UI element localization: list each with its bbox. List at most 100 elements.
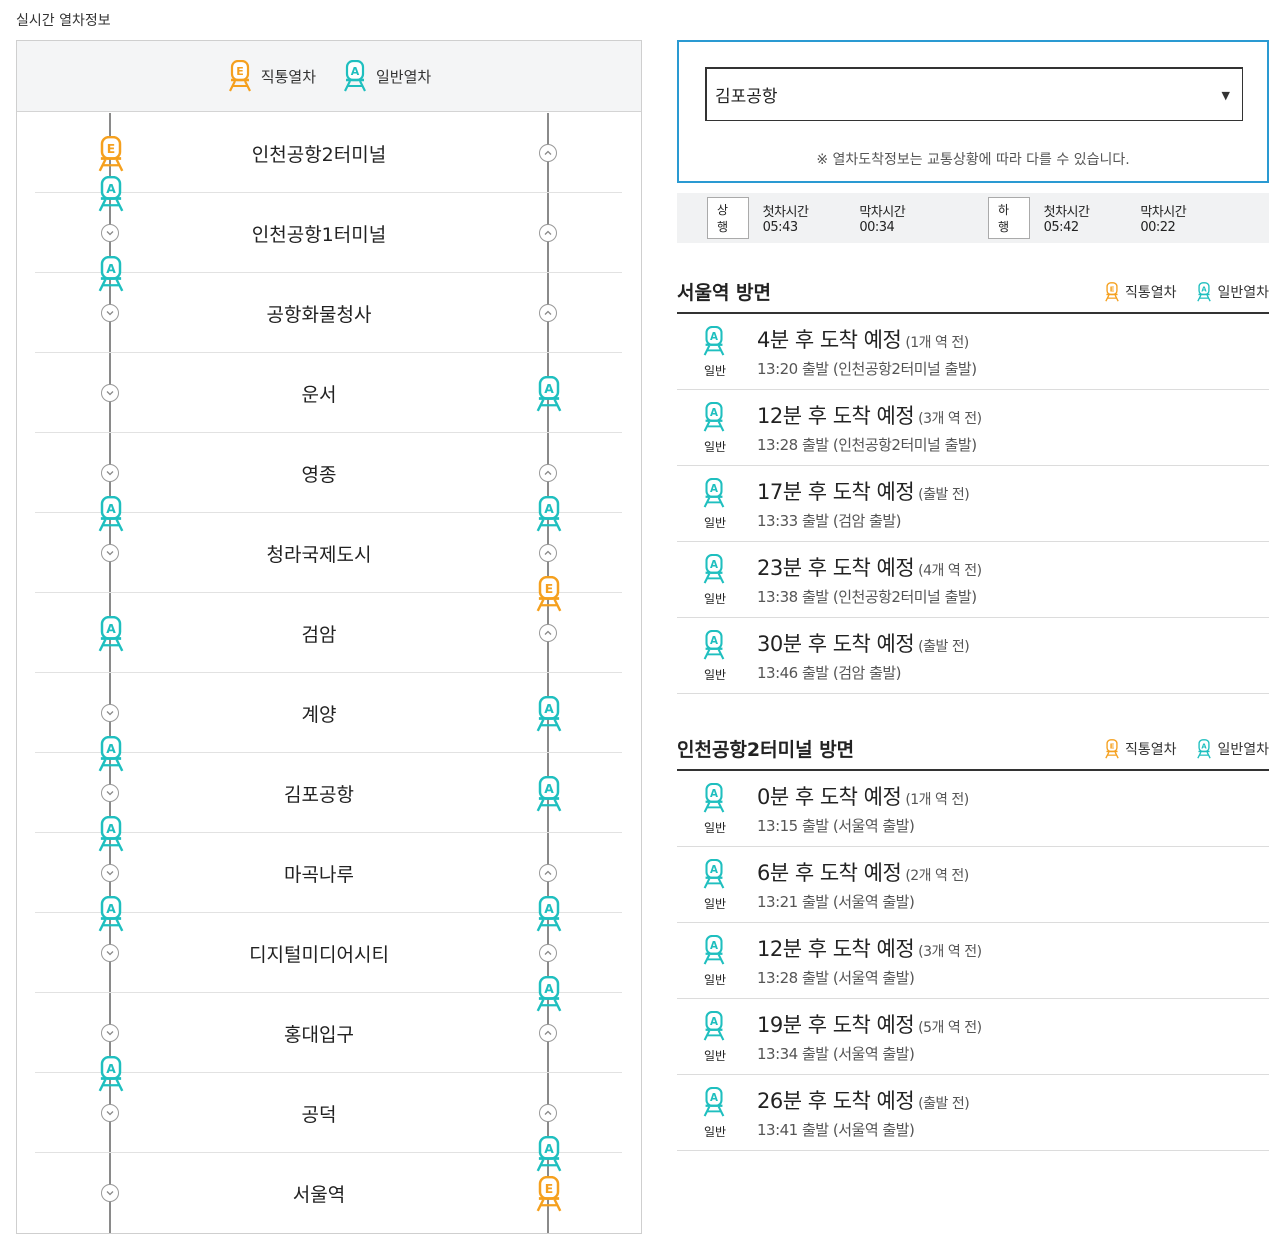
svg-text:A: A <box>544 982 554 996</box>
up-marker-icon <box>539 864 557 882</box>
arrival-stops-away: (출발 전) <box>918 487 970 503</box>
express-train-up-icon[interactable]: E <box>534 576 564 612</box>
normal-train-down-icon[interactable]: A <box>96 1056 126 1092</box>
train-type-label: 일반 <box>703 668 727 682</box>
section-title: 서울역 방면 <box>677 282 772 304</box>
svg-text:A: A <box>544 382 554 396</box>
departure-info: 13:20 출발 (인천공항2터미널 출발) <box>757 360 977 378</box>
arrival-item: A 일반 17분 후 도착 예정 (출발 전) 13:33 출발 (검암 출발) <box>677 466 1269 542</box>
down-marker-icon <box>101 784 119 802</box>
departure-info: 13:34 출발 (서울역 출발) <box>757 1045 915 1063</box>
arrival-notice: ※ 열차도착정보는 교통상황에 따라 다를 수 있습니다. <box>816 152 1130 168</box>
normal-train-down-icon[interactable]: A <box>96 496 126 532</box>
station-name[interactable]: 공항화물청사 <box>267 300 372 327</box>
arrival-eta-text: 12분 후 도착 예정 <box>757 404 915 428</box>
station-name[interactable]: 홍대입구 <box>284 1020 354 1047</box>
down-first-train: 첫차시간 05:42 <box>1043 205 1090 235</box>
station-name[interactable]: 김포공항 <box>284 780 354 807</box>
svg-text:A: A <box>710 864 718 876</box>
express-train-down-icon[interactable]: E <box>96 136 126 172</box>
dropdown-caret-icon: ▼ <box>1221 89 1230 102</box>
svg-text:A: A <box>106 902 116 916</box>
arrival-eta: 23분 후 도착 예정 (4개 역 전) <box>757 552 982 582</box>
station-name[interactable]: 영종 <box>302 460 337 487</box>
section-legend-normal-label: 일반열차 <box>1217 742 1269 758</box>
svg-text:A: A <box>106 742 116 756</box>
station-name[interactable]: 마곡나루 <box>284 860 354 887</box>
normal-train-up-icon[interactable]: A <box>534 1136 564 1172</box>
svg-text:A: A <box>106 502 116 516</box>
arrival-stops-away: (3개 역 전) <box>918 944 982 960</box>
arrival-section: 인천공항2터미널 방면 E 직통열차 A 일반열차 A 일반 0분 후 도착 예정 (1개 역 … <box>677 733 1269 1151</box>
train-type-label: 일반 <box>703 516 727 530</box>
station-name[interactable]: 서울역 <box>293 1180 345 1207</box>
up-last-train: 막차시간 00:34 <box>859 205 906 235</box>
svg-text:E: E <box>107 142 115 156</box>
express-train-icon: E <box>1105 739 1119 759</box>
normal-train-up-icon[interactable]: A <box>534 496 564 532</box>
station-name[interactable]: 계양 <box>302 700 337 727</box>
svg-text:A: A <box>710 331 718 343</box>
departure-info: 13:21 출발 (서울역 출발) <box>757 893 915 911</box>
down-marker-icon <box>101 1104 119 1122</box>
station-name[interactable]: 청라국제도시 <box>267 540 372 567</box>
normal-train-down-icon[interactable]: A <box>96 816 126 852</box>
train-type-label: 일반 <box>703 592 727 606</box>
station-name[interactable]: 검암 <box>302 620 337 647</box>
express-train-up-icon[interactable]: E <box>534 1176 564 1212</box>
normal-train-up-icon[interactable]: A <box>534 776 564 812</box>
normal-train-icon: A <box>703 630 725 660</box>
normal-train-up-icon[interactable]: A <box>534 376 564 412</box>
station-name[interactable]: 인천공항2터미널 <box>252 140 386 167</box>
up-marker-icon <box>539 1024 557 1042</box>
svg-text:A: A <box>710 559 718 571</box>
arrival-eta: 19분 후 도착 예정 (5개 역 전) <box>757 1009 982 1039</box>
svg-text:E: E <box>545 1182 553 1196</box>
departure-info: 13:38 출발 (인천공항2터미널 출발) <box>757 588 977 606</box>
normal-train-icon: A <box>703 554 725 584</box>
station-select-box: 김포공항 ▼ ※ 열차도착정보는 교통상황에 따라 다를 수 있습니다. <box>677 40 1269 183</box>
departure-info: 13:28 출발 (인천공항2터미널 출발) <box>757 436 977 454</box>
svg-text:A: A <box>710 940 718 952</box>
down-marker-icon <box>101 464 119 482</box>
svg-text:A: A <box>544 1142 554 1156</box>
station-name[interactable]: 디지털미디어시티 <box>249 940 389 967</box>
down-marker-icon <box>101 1184 119 1202</box>
down-marker-icon <box>101 704 119 722</box>
svg-text:A: A <box>544 902 554 916</box>
station-name[interactable]: 인천공항1터미널 <box>252 220 386 247</box>
arrival-eta: 17분 후 도착 예정 (출발 전) <box>757 476 970 506</box>
svg-text:E: E <box>1110 742 1115 750</box>
section-legend-normal: A 일반열차 <box>1196 739 1269 759</box>
arrival-eta-text: 4분 후 도착 예정 <box>757 328 902 352</box>
arrival-eta: 30분 후 도착 예정 (출발 전) <box>757 628 970 658</box>
train-type-label: 일반 <box>703 440 727 454</box>
normal-train-down-icon[interactable]: A <box>96 736 126 772</box>
arrival-stops-away: (3개 역 전) <box>918 411 982 427</box>
arrival-item: A 일반 0분 후 도착 예정 (1개 역 전) 13:15 출발 (서울역 출발) <box>677 771 1269 847</box>
normal-train-up-icon[interactable]: A <box>534 976 564 1012</box>
station-name[interactable]: 공덕 <box>302 1100 337 1127</box>
normal-train-icon: A <box>703 1011 725 1041</box>
station-select[interactable]: 김포공항 ▼ <box>705 67 1243 121</box>
up-marker-icon <box>539 224 557 242</box>
arrival-item: A 일반 4분 후 도착 예정 (1개 역 전) 13:20 출발 (인천공항2터미널 … <box>677 314 1269 390</box>
svg-text:E: E <box>1110 285 1115 293</box>
legend-express-label: 직통열차 <box>260 67 316 86</box>
normal-train-down-icon[interactable]: A <box>96 256 126 292</box>
normal-train-down-icon[interactable]: A <box>96 896 126 932</box>
section-header: 인천공항2터미널 방면 E 직통열차 A 일반열차 <box>677 733 1269 771</box>
section-legend-express: E 직통열차 <box>1104 282 1176 302</box>
train-type-label: 일반 <box>703 1125 727 1139</box>
normal-train-icon: A <box>703 783 725 813</box>
normal-train-icon: A <box>344 60 366 92</box>
station-name[interactable]: 운서 <box>302 380 337 407</box>
normal-train-down-icon[interactable]: A <box>96 616 126 652</box>
svg-text:A: A <box>544 502 554 516</box>
arrival-item: A 일반 6분 후 도착 예정 (2개 역 전) 13:21 출발 (서울역 출발) <box>677 847 1269 923</box>
normal-train-up-icon[interactable]: A <box>534 896 564 932</box>
normal-train-down-icon[interactable]: A <box>96 176 126 212</box>
normal-train-up-icon[interactable]: A <box>534 696 564 732</box>
express-train-icon: E <box>1105 282 1119 302</box>
express-train-icon: E <box>228 60 251 92</box>
